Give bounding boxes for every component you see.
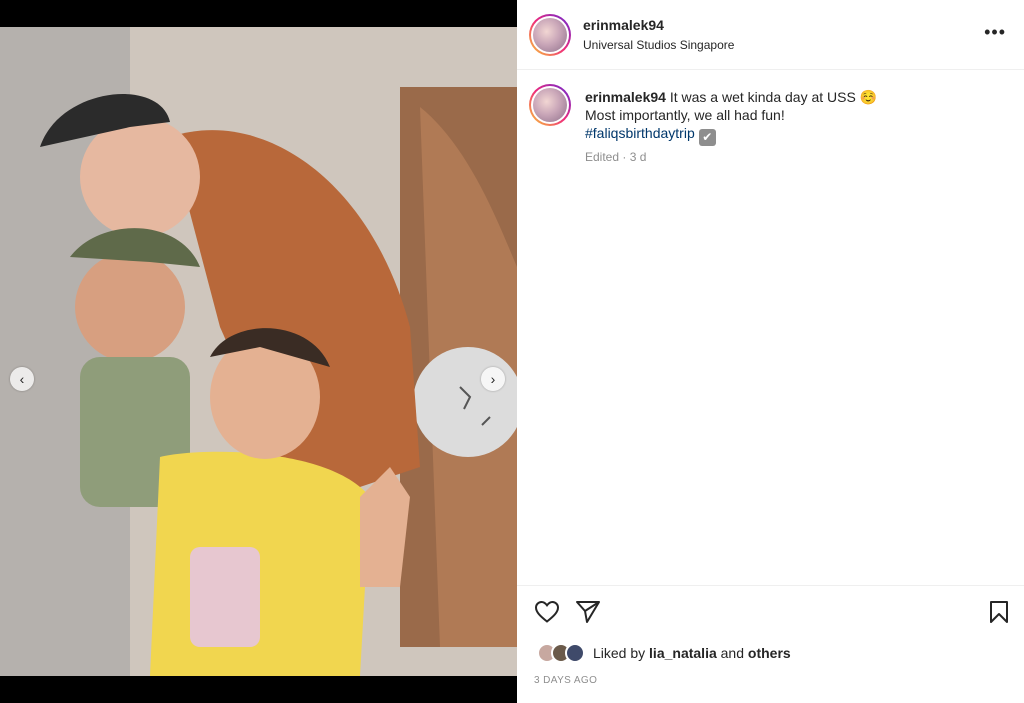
post-modal: ‹ › erinmalek94 Universal Studios Singap… [0,0,1024,703]
liked-by-user[interactable]: lia_natalia [649,645,717,661]
liked-and: and [720,645,744,661]
post-date[interactable]: 3 DAYS AGO [534,675,597,686]
liker-avatar[interactable] [565,643,585,663]
caption-line-1: It was a wet kinda day at USS ☺️ [669,89,878,105]
avatar[interactable] [529,14,571,56]
action-bar: Liked by lia_natalia and others 3 DAYS A… [517,585,1024,703]
caption-line-2: Most importantly, we all had fun! [585,107,785,123]
liked-by-label: Liked by [593,645,646,661]
caption-avatar[interactable] [529,84,571,126]
post-header: erinmalek94 Universal Studios Singapore … [517,0,1024,70]
location-link[interactable]: Universal Studios Singapore [583,38,734,52]
chevron-left-icon[interactable]: ‹ [10,367,34,391]
liker-avatars [537,643,585,663]
caption-username[interactable]: erinmalek94 [585,89,666,105]
edited-timestamp: Edited · 3 d [585,150,647,164]
more-horizontal-icon[interactable]: ••• [984,22,1006,43]
media-pane: ‹ › [0,0,517,703]
heart-icon[interactable] [534,600,560,629]
post-details-panel: erinmalek94 Universal Studios Singapore … [517,0,1024,703]
username[interactable]: erinmalek94 [583,17,664,33]
likes-summary: Liked by lia_natalia and others [537,643,791,663]
post-photo[interactable]: ‹ › [0,27,517,676]
paper-plane-icon[interactable] [575,600,601,629]
liked-others-link[interactable]: others [748,645,791,661]
photo-illustration [0,27,517,676]
caption-text: erinmalek94 It was a wet kinda day at US… [585,88,1005,146]
chevron-right-icon[interactable]: › [481,367,505,391]
bookmark-icon[interactable] [988,600,1010,629]
check-mark-icon: ✔ [698,129,716,146]
hashtag-link[interactable]: #faliqsbirthdaytrip [585,125,695,141]
